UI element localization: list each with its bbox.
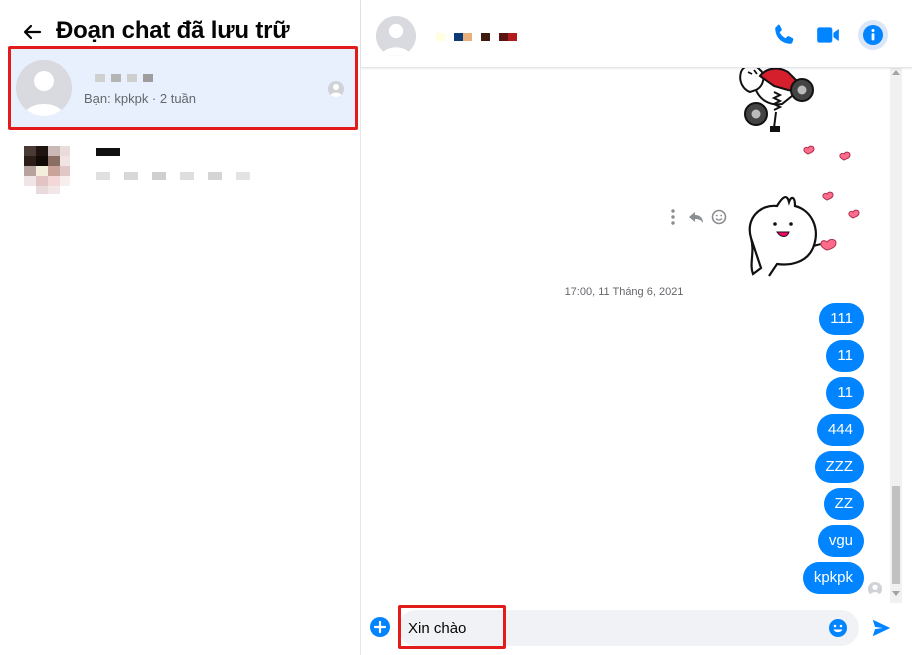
message-list: 17:00, 11 Tháng 6, 2021 111 11 11 444 ZZ…: [361, 68, 891, 603]
blurred-pixel: [236, 172, 250, 180]
message-input[interactable]: [408, 610, 808, 646]
seen-avatar-icon: [868, 582, 882, 596]
more-vertical-icon[interactable]: [671, 209, 675, 225]
blurred-pixel: [436, 33, 445, 41]
blurred-pixel: [124, 172, 138, 180]
blurred-pixel: [445, 33, 454, 41]
sticker-bunny-car[interactable]: [726, 68, 866, 170]
sticker-bunny-heart[interactable]: [731, 188, 871, 288]
send-icon[interactable]: [870, 617, 892, 639]
avatar-pixelated: [16, 138, 72, 198]
conversation-name-blurred: [96, 148, 120, 156]
blurred-pixel: [454, 33, 463, 41]
archived-chats-panel: Đoạn chat đã lưu trữ Bạn: kpkpk · 2 tuần: [0, 0, 361, 655]
blurred-pixel: [127, 74, 137, 82]
conversation-item-2[interactable]: [8, 132, 356, 212]
conversation-preview: Bạn: kpkpk · 2 tuần: [84, 91, 197, 106]
scroll-down-arrow-icon[interactable]: [892, 591, 900, 596]
read-receipt-avatar: [328, 81, 344, 97]
messenger-window: Đoạn chat đã lưu trữ Bạn: kpkpk · 2 tuần: [0, 0, 912, 655]
message-scrollbar[interactable]: [890, 68, 902, 603]
blurred-pixel: [111, 74, 121, 82]
scrollbar-thumb[interactable]: [892, 486, 900, 584]
blurred-pixel: [166, 172, 180, 180]
conversation-name-blurred: [95, 74, 153, 82]
blurred-pixel: [96, 172, 110, 180]
emoji-icon[interactable]: [828, 618, 848, 638]
blurred-pixel: [208, 172, 222, 180]
blurred-pixel: [481, 33, 490, 41]
message-actions: [671, 209, 727, 225]
blurred-pixel: [95, 74, 105, 82]
message-bubble[interactable]: 111: [819, 303, 864, 335]
chat-header: [361, 0, 912, 68]
message-bubble[interactable]: 11: [826, 340, 864, 372]
blurred-pixel: [472, 33, 481, 41]
message-bubble[interactable]: ZZ: [823, 488, 864, 520]
message-bubble[interactable]: ZZZ: [814, 451, 864, 483]
message-bubble[interactable]: 11: [826, 377, 864, 409]
message-bubble[interactable]: vgu: [817, 525, 864, 557]
avatar[interactable]: [376, 16, 416, 56]
blurred-pixel: [499, 33, 508, 41]
message-bubble[interactable]: 444: [816, 414, 864, 446]
scroll-up-arrow-icon[interactable]: [892, 70, 900, 75]
page-title: Đoạn chat đã lưu trữ: [56, 17, 290, 44]
conversation-preview-blurred: [96, 172, 250, 180]
video-camera-icon[interactable]: [815, 22, 841, 48]
blurred-pixel: [152, 172, 166, 180]
react-smiley-icon[interactable]: [711, 209, 727, 225]
blurred-pixel: [194, 172, 208, 180]
phone-icon[interactable]: [771, 22, 797, 48]
archived-chats-header: Đoạn chat đã lưu trữ: [0, 0, 360, 46]
default-avatar-icon: [376, 16, 416, 56]
contact-name-blurred[interactable]: [436, 33, 517, 41]
chat-panel: 17:00, 11 Tháng 6, 2021 111 11 11 444 ZZ…: [361, 0, 912, 655]
blurred-pixel: [110, 172, 124, 180]
blurred-pixel: [138, 172, 152, 180]
info-icon: [863, 25, 883, 45]
back-arrow-icon[interactable]: [20, 20, 44, 44]
blurred-pixel: [490, 33, 499, 41]
message-timestamp: 17:00, 11 Tháng 6, 2021: [564, 286, 684, 298]
blurred-pixel: [508, 33, 517, 41]
blurred-pixel: [143, 74, 153, 82]
conversation-item-1[interactable]: Bạn: kpkpk · 2 tuần: [8, 47, 356, 127]
message-bubble[interactable]: kpkpk: [802, 562, 864, 594]
blurred-pixel: [180, 172, 194, 180]
message-input-container[interactable]: [398, 610, 859, 646]
avatar: [16, 60, 72, 116]
info-button[interactable]: [858, 20, 888, 50]
add-circle-icon[interactable]: [370, 617, 390, 637]
reply-icon[interactable]: [689, 212, 703, 223]
blurred-pixel: [222, 172, 236, 180]
message-composer: [361, 603, 912, 655]
blurred-pixel: [463, 33, 472, 41]
